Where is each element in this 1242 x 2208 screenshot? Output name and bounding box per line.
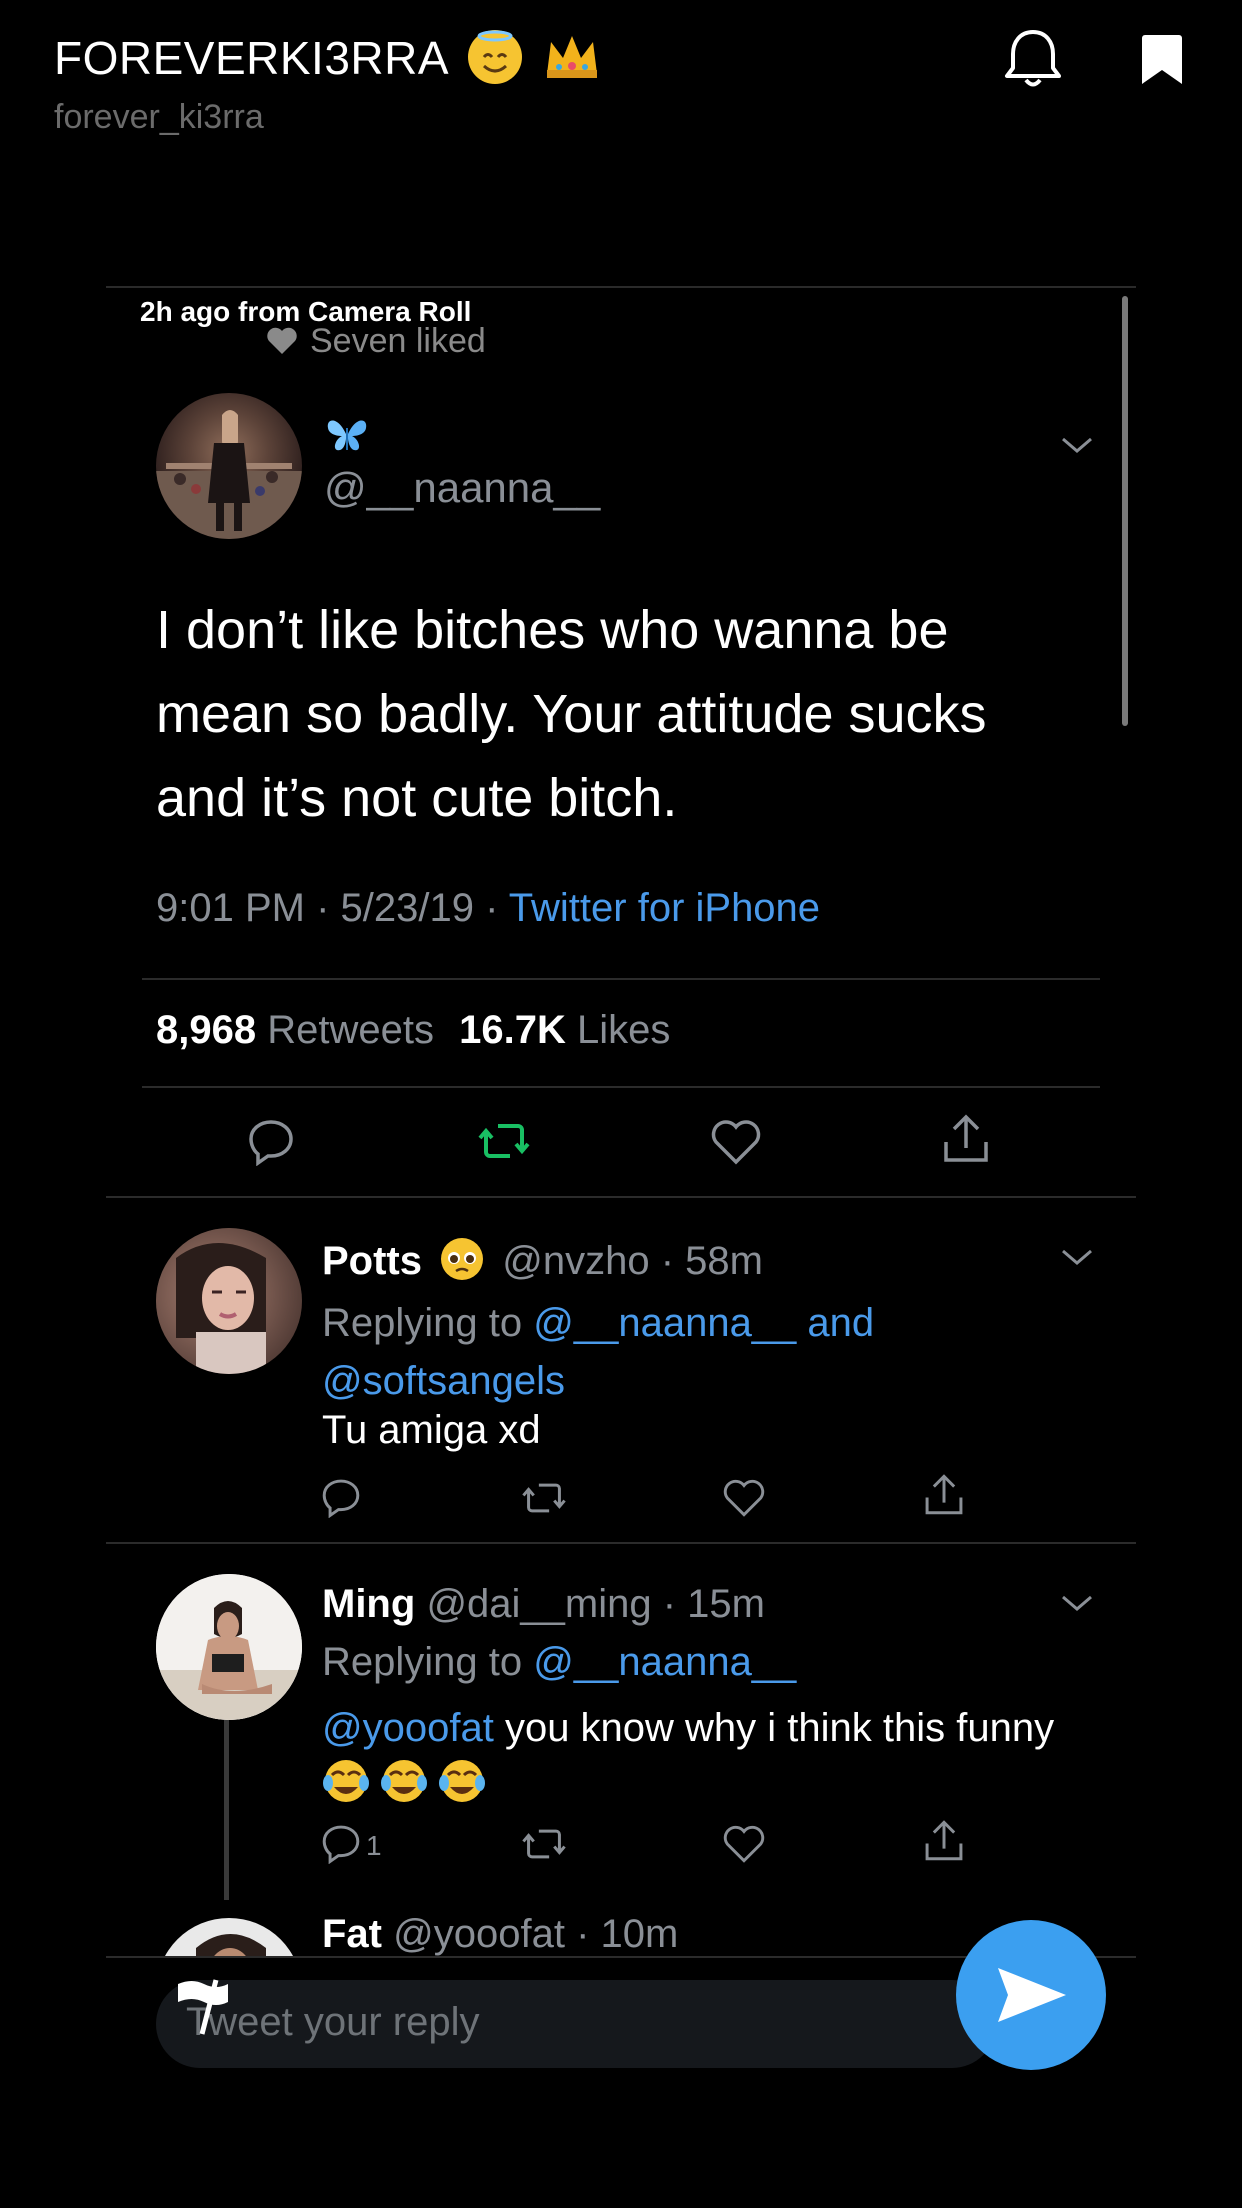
- reply-icon[interactable]: [246, 1116, 296, 1171]
- like-icon[interactable]: [710, 1118, 762, 1171]
- retweets-count: 8,968: [156, 1008, 257, 1052]
- tweet-screenshot-card: 2h ago from Camera Roll Seven liked @__n…: [106, 286, 1136, 1958]
- reply-author-name[interactable]: Ming: [322, 1582, 415, 1626]
- reply-button[interactable]: 1: [320, 1822, 382, 1869]
- send-button[interactable]: [956, 1920, 1106, 2070]
- smiling-halo-emoji-icon: [467, 30, 522, 84]
- tweet-author-handle[interactable]: @__naanna__: [324, 464, 600, 512]
- divider: [142, 1086, 1100, 1088]
- bell-icon[interactable]: [1000, 26, 1066, 97]
- tweet-source-link[interactable]: Twitter for iPhone: [509, 886, 820, 930]
- send-icon: [994, 1962, 1070, 2033]
- reply-author-name[interactable]: Fat: [322, 1912, 382, 1956]
- reply-avatar[interactable]: [156, 1918, 302, 1958]
- dot-separator: ·: [649, 1239, 686, 1283]
- reply-header: Ming @dai__ming · 15m: [322, 1582, 765, 1627]
- bookmark-icon[interactable]: [1140, 30, 1184, 93]
- reply-avatar[interactable]: [156, 1228, 302, 1374]
- share-icon[interactable]: [922, 1818, 966, 1869]
- reply-input[interactable]: Tweet your reply: [156, 1980, 996, 2068]
- chevron-down-icon[interactable]: [1060, 1592, 1094, 1619]
- heart-icon: [266, 326, 298, 365]
- replying-to-line: Replying to @__naanna__ and @softsangels: [322, 1294, 1062, 1410]
- tears-of-joy-emoji-icon: [322, 1757, 490, 1820]
- divider: [106, 1196, 1136, 1198]
- likes-count: 16.7K: [459, 1008, 566, 1052]
- reply-time: 58m: [685, 1239, 763, 1283]
- reply-icon[interactable]: [320, 1822, 362, 1869]
- dot-separator: ·: [651, 1582, 688, 1626]
- chevron-down-icon[interactable]: [1060, 1246, 1094, 1273]
- replying-to-prefix: Replying to: [322, 1301, 534, 1345]
- reply-time: 15m: [687, 1582, 765, 1626]
- story-title: FOREVERKI3RRA: [54, 30, 598, 85]
- tweet-stats: 8,968 Retweets 16.7K Likes: [156, 1008, 670, 1053]
- card-top-divider: [106, 286, 1136, 288]
- scrollbar[interactable]: [1122, 296, 1128, 726]
- tweet-time: 9:01 PM · 5/23/19 ·: [156, 886, 509, 930]
- reply-author-handle[interactable]: @dai__ming: [426, 1582, 651, 1626]
- divider: [142, 978, 1100, 980]
- thread-connector-line: [224, 1720, 229, 1900]
- retweets-label[interactable]: Retweets: [267, 1008, 434, 1052]
- share-icon[interactable]: [922, 1472, 966, 1523]
- reply-icon[interactable]: [320, 1476, 362, 1523]
- story-title-text: FOREVERKI3RRA: [54, 32, 447, 84]
- butterfly-icon: [324, 414, 370, 461]
- tweet-author-avatar[interactable]: [156, 393, 302, 539]
- reply-time: 10m: [600, 1912, 679, 1956]
- replying-to-line: Replying to @__naanna__: [322, 1640, 796, 1685]
- dot-separator: ·: [564, 1912, 601, 1956]
- reply-author-handle[interactable]: @yooofat: [393, 1912, 565, 1956]
- like-icon[interactable]: [722, 1824, 766, 1869]
- reply-text: Tu amiga xd: [322, 1408, 541, 1452]
- reply-text: you know why i think this funny: [493, 1706, 1055, 1750]
- like-icon[interactable]: [722, 1478, 766, 1523]
- reply-author-handle[interactable]: @nvzho: [502, 1239, 649, 1283]
- tweet-timestamp-line: 9:01 PM · 5/23/19 · Twitter for iPhone: [156, 886, 820, 931]
- crown-emoji-icon: [543, 30, 598, 84]
- divider: [106, 1542, 1136, 1544]
- retweet-icon[interactable]: [520, 1824, 568, 1869]
- share-icon[interactable]: [940, 1112, 992, 1171]
- liked-text: Seven liked: [310, 322, 486, 360]
- pleading-face-emoji-icon: [439, 1236, 485, 1292]
- tweet-body: I don’t like bitches who wanna be mean s…: [156, 600, 987, 828]
- chevron-down-icon[interactable]: [1060, 434, 1094, 461]
- liked-indicator: Seven liked: [266, 322, 486, 365]
- replying-to-prefix: Replying to: [322, 1640, 534, 1684]
- likes-label[interactable]: Likes: [577, 1008, 670, 1052]
- flag-icon[interactable]: [170, 1972, 236, 2043]
- reply-mention[interactable]: @yooofat: [322, 1706, 494, 1750]
- retweet-icon[interactable]: [520, 1478, 568, 1523]
- story-username: forever_ki3rra: [54, 98, 264, 136]
- reply-count: 1: [366, 1829, 382, 1861]
- reply-author-name[interactable]: Potts: [322, 1239, 422, 1283]
- reply-header: Potts @nvzho · 58m: [322, 1236, 763, 1292]
- reply-text-block: @yooofat you know why i think this funny: [322, 1700, 1062, 1820]
- reply-header: Fat @yooofat · 10m: [322, 1912, 678, 1957]
- replying-to-mentions[interactable]: @__naanna__: [533, 1640, 796, 1684]
- reply-avatar[interactable]: [156, 1574, 302, 1720]
- retweet-icon[interactable]: [476, 1118, 532, 1169]
